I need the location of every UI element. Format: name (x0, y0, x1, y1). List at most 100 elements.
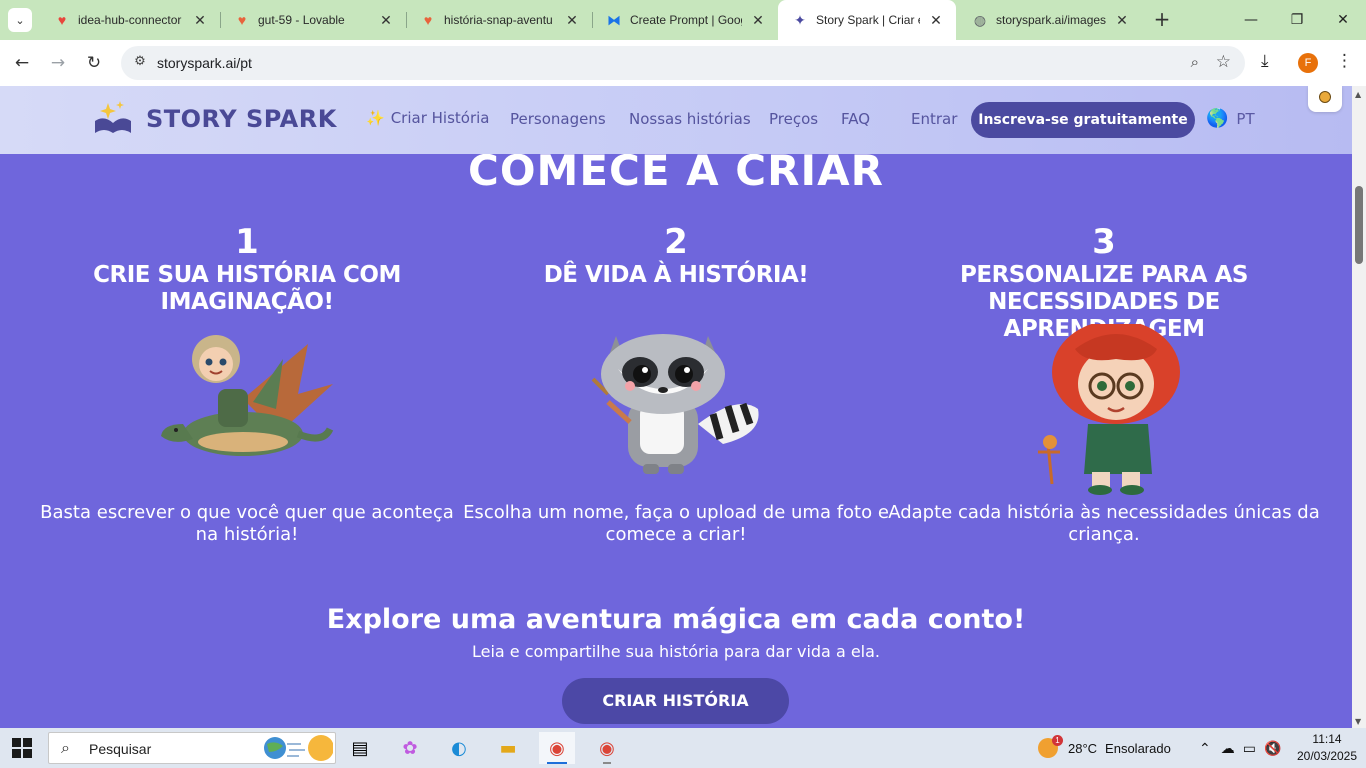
globe-icon: 🌎 (1206, 108, 1229, 129)
forward-button[interactable]: → (46, 51, 70, 75)
close-icon[interactable]: ✕ (378, 12, 394, 29)
browser-tab-active[interactable]: ✦ Story Spark | Criar e L ✕ (778, 0, 956, 40)
minimize-button[interactable]: — (1228, 0, 1274, 40)
chrome-icon: ◉ (599, 737, 615, 759)
close-icon[interactable]: ✕ (750, 12, 766, 29)
browser-tab[interactable]: ♥ história-snap-aventu ✕ (406, 0, 592, 40)
step-card-1: 1 CRIE SUA HISTÓRIA COM IMAGINAÇÃO! (37, 224, 457, 316)
browser-tab[interactable]: ◍ storyspark.ai/images\ ✕ (958, 0, 1142, 40)
language-selector[interactable]: 🌎 PT (1206, 108, 1255, 129)
restore-button[interactable]: ❐ (1274, 0, 1320, 40)
download-icon[interactable]: ⤓ (1261, 51, 1269, 71)
search-highlight-graphic (264, 735, 333, 761)
close-window-button[interactable]: ✕ (1320, 0, 1366, 40)
bookmark-star-icon[interactable]: ☆ (1216, 52, 1231, 72)
task-view-button[interactable]: ▤ (342, 732, 378, 764)
file-explorer-button[interactable]: ▬ (490, 732, 526, 764)
scroll-up-arrow-icon[interactable]: ▲ (1355, 90, 1361, 99)
step-number: 1 (235, 222, 259, 262)
sparkle-icon: ✨ (366, 109, 385, 127)
story-spark-logo-icon (95, 101, 131, 133)
tab-title: gut-59 - Lovable (258, 13, 345, 27)
heart-gradient-icon: ♥ (237, 12, 247, 28)
close-icon[interactable]: ✕ (1114, 12, 1130, 29)
nav-faq[interactable]: FAQ (841, 110, 870, 128)
girl-with-glasses-illustration (1038, 324, 1180, 495)
windows-start-button[interactable] (12, 738, 32, 758)
battery-icon[interactable]: ▭ (1243, 740, 1256, 757)
restore-icon: ❐ (1290, 12, 1304, 28)
cookie-icon (1319, 91, 1331, 103)
reload-button[interactable]: ↻ (82, 51, 106, 75)
url-text[interactable]: storyspark.ai/pt (157, 55, 252, 71)
close-icon[interactable]: ✕ (564, 12, 580, 29)
close-icon: ✕ (1337, 12, 1349, 28)
globe-icon: ◍ (973, 11, 987, 28)
search-icon: ⌕ (61, 738, 70, 757)
browser-tab[interactable]: ♥ idea-hub-connector - ✕ (40, 0, 220, 40)
floating-widget-button[interactable] (1308, 86, 1342, 112)
clock-time: 11:14 (1312, 732, 1342, 746)
address-bar[interactable]: ⚙ storyspark.ai/pt ⌕ ☆ (121, 46, 1245, 80)
zoom-icon[interactable]: ⌕ (1191, 53, 1199, 71)
cloud-sync-icon[interactable]: ☁ (1221, 740, 1235, 757)
scrollbar-thumb[interactable] (1355, 186, 1363, 264)
menu-kebab-icon[interactable]: ⋮ (1336, 51, 1353, 71)
clock-date: 20/03/2025 (1296, 749, 1358, 763)
heart-gradient-icon: ♥ (423, 12, 433, 28)
step-title: DÊ VIDA À HISTÓRIA! (543, 262, 809, 288)
signup-button[interactable]: Inscreva-se gratuitamente (971, 102, 1195, 138)
speaker-muted-icon[interactable]: 🔇 (1264, 740, 1281, 757)
nav-pricing[interactable]: Preços (769, 110, 818, 128)
nav-characters[interactable]: Personagens (510, 110, 606, 128)
edge-button[interactable]: ◐ (441, 732, 477, 764)
close-icon[interactable]: ✕ (192, 12, 208, 29)
girl-riding-dragon-illustration (161, 335, 334, 456)
edge-icon: ◐ (451, 737, 467, 759)
system-clock[interactable]: 11:14 20/03/2025 (1296, 731, 1358, 765)
profile-avatar[interactable]: F (1298, 53, 1318, 73)
folder-icon: ▬ (499, 737, 517, 759)
browser-tab[interactable]: ⧓ Create Prompt | Goog ✕ (592, 0, 778, 40)
chrome-button-active[interactable]: ◉ (539, 732, 575, 764)
step-description: Adapte cada história às necessidades úni… (888, 502, 1320, 545)
tab-search-button[interactable]: ⌄ (8, 8, 32, 32)
weather-description: Ensolarado (1105, 740, 1171, 756)
story-spark-icon: ✦ (794, 11, 806, 28)
step-description: Escolha um nome, faça o upload de uma fo… (463, 502, 889, 545)
page-scrollbar[interactable]: ▲ ▼ (1352, 86, 1366, 728)
site-settings-icon[interactable]: ⚙ (131, 54, 149, 72)
browser-toolbar: ← → ↻ ⚙ storyspark.ai/pt ⌕ ☆ ⤓ F ⋮ (0, 40, 1366, 86)
logo-text: STORY SPARK (146, 105, 337, 133)
copilot-button[interactable]: ✿ (392, 732, 428, 764)
chevron-up-icon[interactable]: ⌃ (1199, 740, 1211, 757)
back-button[interactable]: ← (10, 51, 34, 75)
copilot-icon: ✿ (402, 737, 418, 759)
arrow-left-icon: ← (14, 53, 30, 73)
tab-title: Create Prompt | Goog (630, 13, 742, 27)
explore-subtitle: Leia e compartilhe sua história para dar… (471, 642, 881, 661)
create-story-button[interactable]: CRIAR HISTÓRIA (562, 678, 789, 724)
nav-our-stories[interactable]: Nossas histórias (629, 110, 751, 128)
step-title: CRIE SUA HISTÓRIA COM IMAGINAÇÃO! (93, 262, 401, 315)
butterfly-icon: ⧓ (607, 11, 621, 28)
scroll-down-arrow-icon[interactable]: ▼ (1355, 717, 1361, 726)
running-indicator (603, 762, 611, 764)
step-card-2: 2 DÊ VIDA À HISTÓRIA! (466, 224, 886, 289)
close-icon[interactable]: ✕ (928, 12, 944, 29)
nav-login[interactable]: Entrar (911, 110, 957, 128)
weather-badge: 1 (1052, 735, 1063, 746)
arrow-right-icon: → (50, 53, 66, 73)
taskbar-search-box[interactable]: ⌕ Pesquisar (48, 732, 336, 764)
new-tab-button[interactable]: + (1150, 8, 1174, 32)
page-viewport: COMECE A CRIAR 1 CRIE SUA HISTÓRIA COM I… (0, 86, 1352, 728)
weather-widget[interactable]: 1 28°C Ensolarado (1038, 728, 1171, 768)
chrome-button[interactable]: ◉ (589, 732, 625, 764)
site-logo[interactable]: STORY SPARK (92, 96, 337, 142)
nav-create-story[interactable]: ✨ Criar História (366, 109, 489, 127)
browser-tab[interactable]: ♥ gut-59 - Lovable ✕ (220, 0, 406, 40)
nav-label: Criar História (390, 109, 490, 127)
plus-icon: + (1153, 7, 1171, 31)
minimize-icon: — (1244, 12, 1258, 28)
step-number: 3 (1092, 222, 1116, 262)
